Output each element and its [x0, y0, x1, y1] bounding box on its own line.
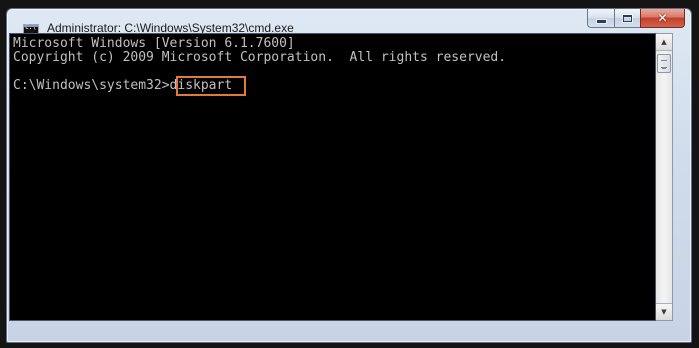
scroll-up-button[interactable]: ▲	[656, 34, 672, 51]
console-line-version: Microsoft Windows [Version 6.1.7600]	[13, 36, 295, 51]
arrow-up-icon: ▲	[661, 38, 667, 46]
arrow-down-icon: ▼	[661, 308, 667, 316]
minimize-button[interactable]	[587, 9, 614, 28]
console-line-copyright: Copyright (c) 2009 Microsoft Corporation…	[13, 50, 507, 65]
maximize-button[interactable]	[614, 9, 640, 28]
command-highlight-box	[176, 76, 246, 96]
console-prompt: C:\Windows\system32>	[13, 78, 170, 93]
maximize-icon	[623, 14, 632, 22]
vertical-scrollbar[interactable]: ▲ ▼	[656, 33, 673, 321]
scroll-thumb[interactable]	[657, 54, 671, 73]
close-button[interactable]: ✕	[640, 9, 685, 28]
minimize-icon	[596, 20, 606, 23]
caption-buttons: ✕	[587, 9, 685, 29]
scroll-down-button[interactable]: ▼	[656, 303, 672, 320]
console-output[interactable]: Microsoft Windows [Version 6.1.7600] Cop…	[9, 33, 656, 321]
close-icon: ✕	[657, 11, 668, 25]
